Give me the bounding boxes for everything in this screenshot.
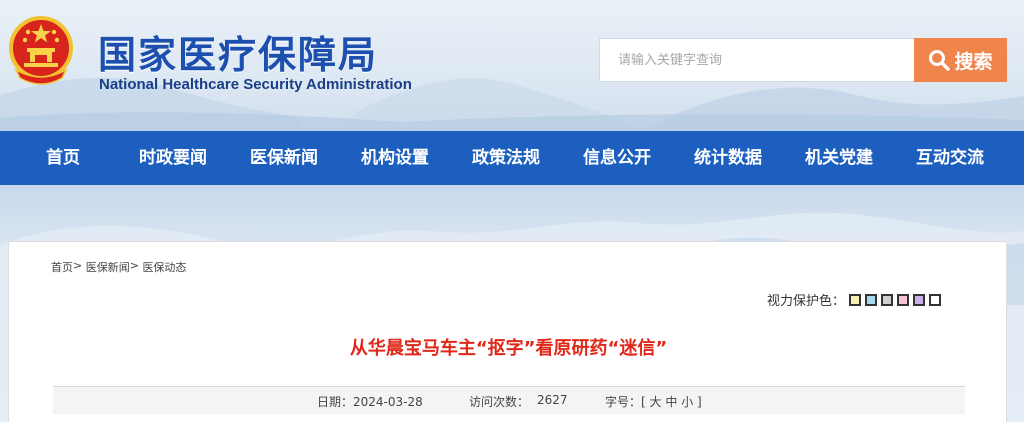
font-size-large[interactable]: 大 xyxy=(650,395,662,409)
article-card: 首页 > 医保新闻 > 医保动态 视力保护色： 从华晨宝马车主“抠字”看原研药“… xyxy=(8,241,1007,422)
article-meta: 日期：2024-03-28 访问次数： 2627 字号：[ 大 中 小 ] xyxy=(53,386,965,414)
article-title: 从华晨宝马车主“抠字”看原研药“迷信” xyxy=(349,338,668,359)
color-swatch-purple[interactable] xyxy=(913,293,926,306)
search-button[interactable]: 搜索 xyxy=(914,38,1007,82)
visit-count-value: 2627 xyxy=(537,393,568,407)
font-size-control: 字号：[ 大 中 小 ] xyxy=(605,393,702,410)
font-size-label: 字号：[ xyxy=(605,395,646,409)
nav-item-policies[interactable]: 政策法规 xyxy=(472,131,540,185)
article-date: 日期：2024-03-28 xyxy=(317,395,423,409)
search-icon xyxy=(929,50,951,71)
nav-item-current-affairs[interactable]: 时政要闻 xyxy=(139,131,207,185)
search-input[interactable] xyxy=(618,39,914,81)
color-swatch-white[interactable] xyxy=(929,293,942,306)
eye-care-colors: 视力保护色： xyxy=(767,290,942,309)
breadcrumb-healthcare-news[interactable]: 医保新闻 xyxy=(86,259,130,275)
color-swatch-blue[interactable] xyxy=(865,293,878,306)
color-swatch-pink[interactable] xyxy=(897,293,910,306)
nav-item-party-building[interactable]: 机关党建 xyxy=(805,131,873,185)
search-field[interactable] xyxy=(599,38,914,82)
font-size-medium[interactable]: 中 xyxy=(665,395,677,409)
color-swatch-yellow[interactable] xyxy=(849,293,862,306)
visit-count-label: 访问次数： xyxy=(469,395,530,409)
nav-item-interaction[interactable]: 互动交流 xyxy=(916,131,984,185)
color-swatch-gray[interactable] xyxy=(881,293,894,306)
breadcrumb: 首页 > 医保新闻 > 医保动态 xyxy=(51,259,186,275)
nav-item-healthcare-news[interactable]: 医保新闻 xyxy=(250,131,318,185)
breadcrumb-home[interactable]: 首页 xyxy=(51,259,73,275)
breadcrumb-healthcare-updates[interactable]: 医保动态 xyxy=(142,259,186,275)
site-title-chinese: 国家医疗保障局 xyxy=(98,33,379,77)
site-title-english: National Healthcare Security Administrat… xyxy=(99,76,412,93)
breadcrumb-separator: > xyxy=(129,259,139,272)
eye-care-label: 视力保护色： xyxy=(767,294,846,309)
site-header: 国家医疗保障局 National Healthcare Security Adm… xyxy=(0,0,1024,131)
font-size-close: ] xyxy=(697,395,702,409)
nav-item-statistics[interactable]: 统计数据 xyxy=(694,131,762,185)
nav-item-organization[interactable]: 机构设置 xyxy=(361,131,429,185)
main-nav: 首页 时政要闻 医保新闻 机构设置 政策法规 信息公开 统计数据 机关党建 互动… xyxy=(0,131,1024,185)
breadcrumb-separator: > xyxy=(73,259,83,272)
nav-item-information[interactable]: 信息公开 xyxy=(583,131,651,185)
nav-item-home[interactable]: 首页 xyxy=(46,131,80,185)
font-size-small[interactable]: 小 xyxy=(681,395,693,409)
national-emblem-icon xyxy=(9,16,73,85)
search-button-label: 搜索 xyxy=(954,50,993,73)
